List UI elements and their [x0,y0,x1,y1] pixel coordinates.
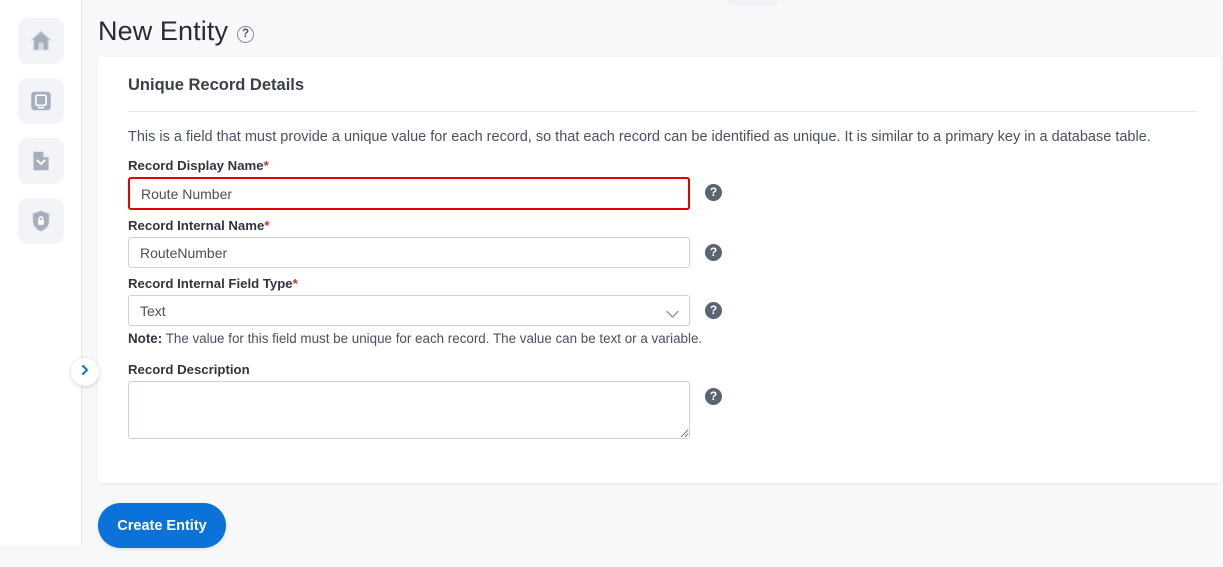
page-title: New Entity [98,15,229,46]
record-description-textarea[interactable] [128,381,690,439]
create-entity-button[interactable]: Create Entity [98,503,226,548]
card-title: Unique Record Details [128,76,305,94]
card-intro-text: This is a field that must provide a uniq… [128,129,1151,145]
shield-lock-icon [28,208,54,234]
home-icon [28,28,54,54]
help-circle-icon[interactable]: ? [237,25,255,43]
sidebar-item-workspace[interactable] [17,78,64,124]
page-header: New Entity ? [82,0,1223,56]
record-display-name-label: Record Display Name* [128,158,1191,173]
record-internal-name-label: Record Internal Name* [128,218,1191,233]
sidebar-item-documents[interactable] [17,138,64,184]
record-field-type-select-wrap: Text [128,295,690,326]
record-internal-name-label-text: Record Internal Name [128,218,265,233]
record-description-label: Record Description [128,362,250,377]
record-description-row: ? [128,381,1191,439]
required-marker: * [264,218,270,233]
sidebar-item-home[interactable] [17,18,64,64]
required-marker: * [292,276,298,291]
record-display-name-row: ? [128,177,1191,210]
document-download-icon [28,148,54,174]
record-description-help-icon[interactable]: ? [705,388,722,405]
card-body: This is a field that must provide a uniq… [98,112,1221,439]
sidebar [0,0,82,545]
record-internal-name-input[interactable] [128,237,690,268]
record-field-type-select[interactable]: Text [128,295,690,326]
monitor-icon [28,88,54,114]
record-field-type-row: Text ? [128,295,1191,326]
unique-record-details-card: Unique Record Details This is a field th… [98,57,1221,483]
record-field-type-label-text: Record Internal Field Type [128,276,293,291]
record-display-name-label-text: Record Display Name [128,158,264,173]
main-content: New Entity ? Unique Record Details This … [82,0,1223,567]
record-field-type-help-icon[interactable]: ? [705,302,722,319]
record-field-type-label: Record Internal Field Type* [128,276,1191,291]
chevron-right-icon [79,363,91,381]
top-nub-decoration [727,0,779,6]
sidebar-toggle-button[interactable] [71,358,99,386]
required-marker: * [263,158,269,173]
field-type-note-prefix: Note: [128,331,163,346]
record-internal-name-help-icon[interactable]: ? [705,244,722,261]
app-root: New Entity ? Unique Record Details This … [0,0,1223,567]
field-type-note: Note: The value for this field must be u… [128,331,1191,346]
record-display-name-input[interactable] [128,177,690,210]
record-display-name-help-icon[interactable]: ? [705,184,722,201]
sidebar-item-security[interactable] [17,198,64,244]
field-type-note-text: The value for this field must be unique … [162,331,703,346]
record-internal-name-row: ? [128,237,1191,268]
